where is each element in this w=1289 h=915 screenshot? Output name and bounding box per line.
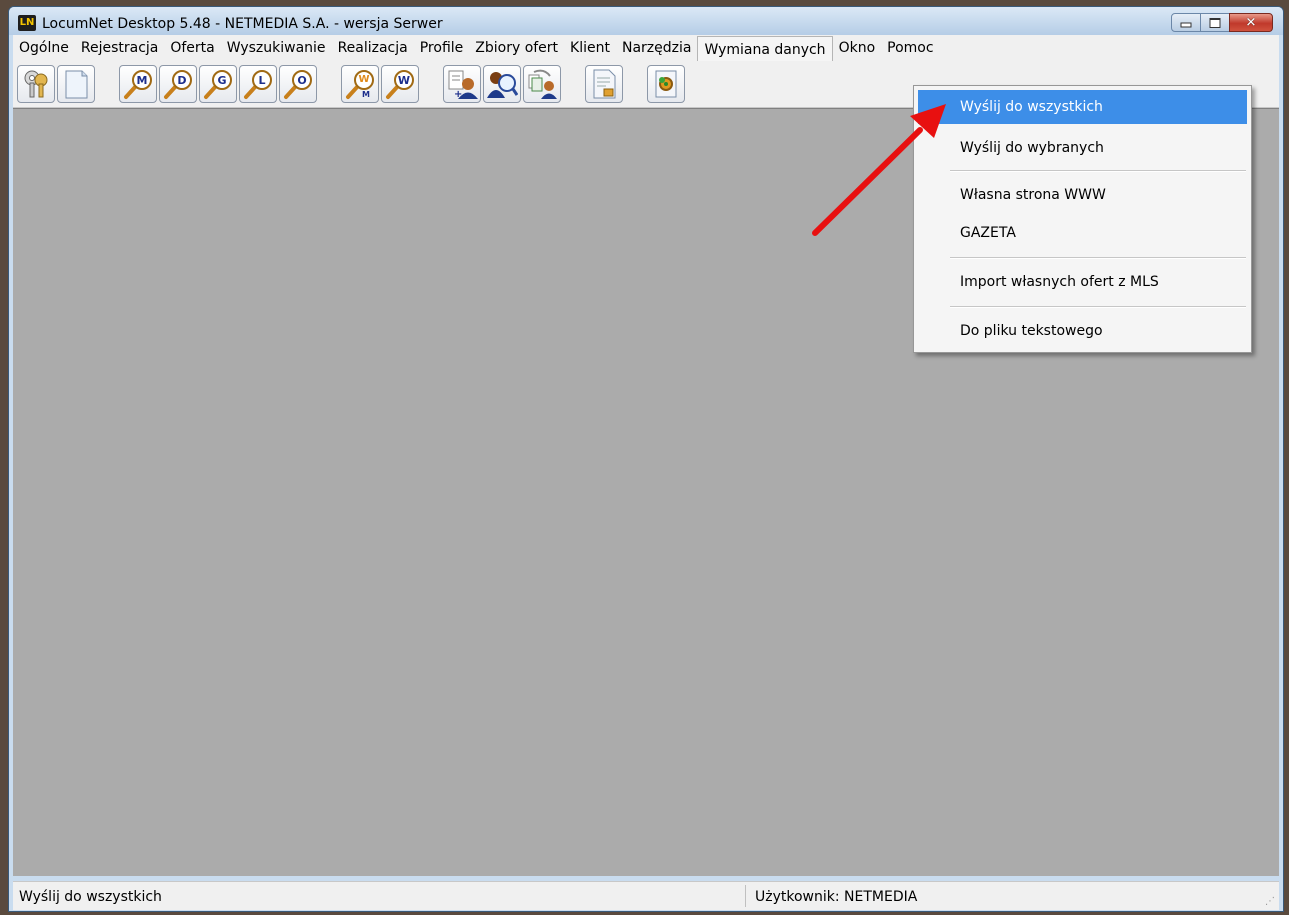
search-m-icon: M [124, 70, 152, 99]
menu-item-import-ofert-mls[interactable]: Import własnych ofert z MLS [918, 266, 1247, 298]
menu-separator [950, 306, 1246, 308]
menu-realizacja[interactable]: Realizacja [332, 36, 414, 60]
search-l-button[interactable]: L [239, 65, 277, 103]
search-w-button[interactable]: W [381, 65, 419, 103]
menu-klient[interactable]: Klient [564, 36, 616, 60]
search-letter: W [398, 74, 410, 87]
wymiana-danych-dropdown: Wyślij do wszystkich Wyślij do wybranych… [913, 85, 1252, 353]
search-g-button[interactable]: G [199, 65, 237, 103]
minimize-icon [1180, 22, 1192, 28]
menu-separator [950, 257, 1246, 259]
menu-wyszukiwanie[interactable]: Wyszukiwanie [221, 36, 332, 60]
close-button[interactable]: ✕ [1229, 13, 1273, 32]
search-letter: G [217, 74, 226, 87]
menu-item-do-pliku-tekstowego[interactable]: Do pliku tekstowego [918, 315, 1247, 347]
search-letter: L [258, 74, 265, 87]
search-subletter: M [362, 90, 370, 99]
search-o-button[interactable]: O [279, 65, 317, 103]
menu-item-wyslij-do-wybranych[interactable]: Wyślij do wybranych [918, 132, 1247, 164]
add-client-button[interactable]: + [443, 65, 481, 103]
blank-document-icon [65, 70, 88, 99]
search-wm-icon: W M [346, 70, 374, 99]
status-separator [745, 885, 746, 907]
menu-zbiory-ofert[interactable]: Zbiory ofert [469, 36, 564, 60]
menu-oferta[interactable]: Oferta [164, 36, 220, 60]
settings-gear-icon [655, 70, 677, 98]
client-copy-button[interactable] [523, 65, 561, 103]
settings-button[interactable] [647, 65, 685, 103]
status-message: Wyślij do wszystkich [19, 889, 162, 905]
report-document-icon [593, 69, 616, 99]
search-m-button[interactable]: M [119, 65, 157, 103]
menu-rejestracja[interactable]: Rejestracja [75, 36, 165, 60]
menu-ogolne[interactable]: Ogólne [13, 36, 75, 60]
close-icon: ✕ [1245, 15, 1257, 30]
menu-separator [950, 170, 1246, 172]
search-letter: O [297, 74, 306, 87]
report-document-button[interactable] [585, 65, 623, 103]
search-l-icon: L [244, 70, 272, 99]
search-letter: W [358, 74, 369, 85]
status-bar: Wyślij do wszystkich Użytkownik: NETMEDI… [13, 881, 1279, 910]
maximize-icon [1209, 17, 1221, 28]
search-wm-button[interactable]: W M [341, 65, 379, 103]
minimize-button[interactable] [1171, 13, 1201, 32]
keys-button[interactable] [17, 65, 55, 103]
status-user: Użytkownik: NETMEDIA [755, 889, 918, 905]
maximize-button[interactable] [1200, 13, 1230, 32]
title-bar[interactable]: LN LocumNet Desktop 5.48 - NETMEDIA S.A.… [9, 7, 1283, 35]
svg-text:+: + [454, 89, 462, 100]
menu-narzedzia[interactable]: Narzędzia [616, 36, 697, 60]
keys-icon [24, 70, 48, 98]
resize-grip-icon[interactable]: ⋰ [1265, 896, 1275, 907]
menu-okno[interactable]: Okno [833, 36, 882, 60]
menu-pomoc[interactable]: Pomoc [881, 36, 939, 60]
menu-item-wlasna-strona-www[interactable]: Własna strona WWW [918, 179, 1247, 211]
menu-item-gazeta[interactable]: GAZETA [918, 217, 1247, 249]
client-search-button[interactable] [483, 65, 521, 103]
search-d-button[interactable]: D [159, 65, 197, 103]
search-d-icon: D [164, 70, 192, 99]
new-document-button[interactable] [57, 65, 95, 103]
app-logo-icon: LN [18, 15, 36, 31]
menu-bar: Ogólne Rejestracja Oferta Wyszukiwanie R… [13, 35, 1279, 62]
menu-profile[interactable]: Profile [414, 36, 470, 60]
search-letter: M [137, 74, 148, 87]
client-copy-icon [528, 69, 557, 99]
search-w-icon: W [386, 70, 414, 99]
add-client-icon: + [448, 70, 478, 100]
search-letter: D [177, 74, 186, 87]
client-search-icon [487, 72, 518, 98]
menu-wymiana-danych[interactable]: Wymiana danych [697, 36, 833, 62]
caption-buttons: ✕ [1171, 13, 1273, 32]
search-o-icon: O [284, 70, 312, 99]
menu-item-wyslij-do-wszystkich[interactable]: Wyślij do wszystkich [918, 90, 1247, 124]
search-g-icon: G [204, 70, 232, 99]
window-title: LocumNet Desktop 5.48 - NETMEDIA S.A. - … [42, 16, 443, 32]
